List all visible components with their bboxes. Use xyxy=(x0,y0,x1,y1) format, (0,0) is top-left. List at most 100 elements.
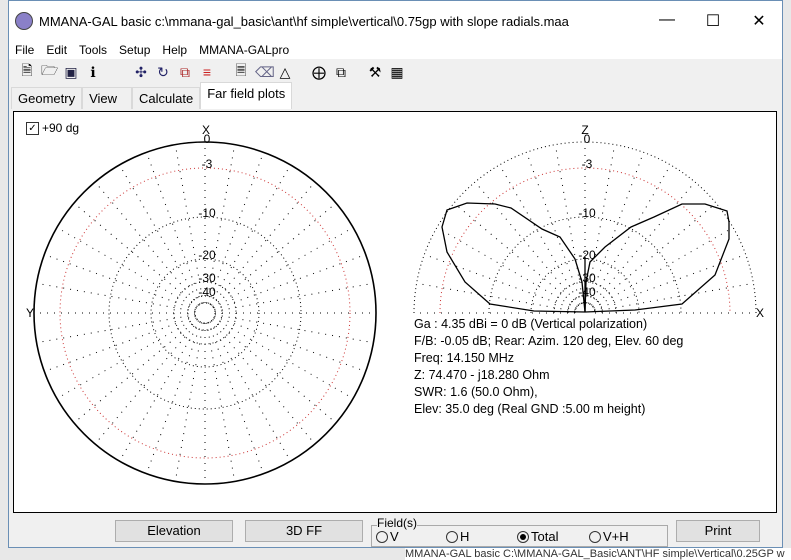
horizontal-ring-label: -3 xyxy=(202,157,213,171)
wires-list-icon[interactable]: ≡ xyxy=(199,64,215,80)
horizontal-radial xyxy=(44,315,196,372)
horizontal-pattern xyxy=(33,141,377,485)
new-file-icon[interactable]: 🗎 xyxy=(19,60,35,84)
tab-view[interactable]: View xyxy=(82,87,133,109)
background-window-title: MMANA-GAL basic C:\MMANA-GAL_Basic\ANT\H… xyxy=(405,548,791,560)
toolbar: 🗎 🗁 ▣ ℹ ✣ ↻ ⧉ ≡ 🗏 ⌫ △ ⨁ ⧉ ⚒ ▦ xyxy=(9,59,782,85)
horizontal-radial xyxy=(214,314,374,344)
gain-text: Ga : 4.35 dBi = 0 dB (Vertical polarizat… xyxy=(414,317,648,331)
horizontal-radial xyxy=(119,321,201,462)
rotate-icon[interactable]: ↻ xyxy=(155,64,171,81)
plus90-checkbox[interactable]: ✓ +90 dg xyxy=(26,121,79,135)
vertical-radial xyxy=(526,152,583,304)
horizontal-radial xyxy=(207,322,264,474)
vertical-radial xyxy=(587,152,644,304)
fields-label: Field(s) xyxy=(377,516,418,530)
horizontal-radial xyxy=(207,152,264,304)
menu-tools[interactable]: Tools xyxy=(73,43,113,57)
elevation-text: Elev: 35.0 deg (Real GND :5.00 m height) xyxy=(414,402,646,416)
close-button[interactable]: ✕ xyxy=(736,11,782,31)
menu-mmana-galpro[interactable]: MMANA-GALpro xyxy=(193,43,295,57)
frequency-text: Freq: 14.150 MHz xyxy=(414,351,515,365)
radio-v[interactable]: V xyxy=(376,529,399,544)
info-icon[interactable]: ℹ xyxy=(85,64,101,81)
swr-text: SWR: 1.6 (50.0 Ohm), xyxy=(414,385,538,399)
vertical-radial xyxy=(453,202,578,307)
horizontal-ring xyxy=(194,302,216,324)
horizontal-ring-label: -20 xyxy=(198,248,216,262)
checkbox-box[interactable]: ✓ xyxy=(26,121,39,135)
results-info: Ga : 4.35 dBi = 0 dB (Vertical polarizat… xyxy=(414,316,683,418)
tab-bar: Geometry View Calculate Far field plots xyxy=(9,82,782,109)
horizontal-radial xyxy=(212,319,337,424)
menu-setup[interactable]: Setup xyxy=(113,43,156,57)
title-bar: MMANA-GAL basic c:\mmana-gal_basic\ant\h… xyxy=(9,1,782,41)
save-icon[interactable]: ▣ xyxy=(63,64,79,81)
vertical-radial xyxy=(589,164,671,305)
radio-v-plus-h[interactable]: V+H xyxy=(589,529,629,544)
maximize-button[interactable]: ☐ xyxy=(690,11,736,31)
horizontal-radial xyxy=(213,317,354,399)
menu-help[interactable]: Help xyxy=(156,43,193,57)
vertical-radial xyxy=(594,282,754,312)
vertical-ring-label: -20 xyxy=(578,248,596,262)
horizontal-radial xyxy=(146,152,203,304)
tab-far-field-plots[interactable]: Far field plots xyxy=(200,82,293,109)
3d-ff-button[interactable]: 3D FF xyxy=(245,520,363,542)
horizontal-radial xyxy=(36,314,196,344)
horizontal-radial xyxy=(94,181,199,306)
horizontal-radial xyxy=(174,322,204,482)
tab-geometry[interactable]: Geometry xyxy=(11,87,83,109)
horizontal-ring xyxy=(187,295,223,331)
triangle-icon[interactable]: △ xyxy=(277,64,293,81)
eraser-icon[interactable]: ⌫ xyxy=(255,64,275,81)
horizontal-radial xyxy=(44,254,196,311)
vertical-radial xyxy=(416,282,576,312)
print-button[interactable]: Print xyxy=(676,520,760,542)
radio-total[interactable]: Total xyxy=(517,529,558,544)
menu-bar: File Edit Tools Setup Help MMANA-GALpro xyxy=(9,41,782,59)
fields-group: Field(s) V H Total V+H xyxy=(371,516,668,547)
horizontal-ring-label: -40 xyxy=(198,285,216,299)
horizontal-radial xyxy=(56,317,197,399)
menu-edit[interactable]: Edit xyxy=(40,43,73,57)
scale-icon[interactable]: ⧉ xyxy=(177,64,193,81)
horizontal-axis-y-label: Y xyxy=(26,306,34,320)
vertical-radial xyxy=(474,181,579,306)
vertical-radial xyxy=(591,181,696,306)
vertical-ring-label: -3 xyxy=(582,157,593,171)
document-icon[interactable]: 🗏 xyxy=(233,60,249,84)
minimize-button[interactable]: — xyxy=(644,11,690,31)
window-title: MMANA-GAL basic c:\mmana-gal_basic\ant\h… xyxy=(39,13,569,29)
plot-panel: 0 -3 -10 -20 -30 -40 0 -3 -10 -20 -30 -40 X Y Z X ✓ +90… xyxy=(13,111,777,513)
horizontal-radial xyxy=(56,227,197,309)
calculator-icon[interactable]: ▦ xyxy=(389,64,405,81)
open-folder-icon[interactable]: 🗁 xyxy=(41,60,58,84)
vertical-ring-label: -10 xyxy=(578,206,596,220)
vertical-axis-x-label: X xyxy=(756,306,764,320)
move-icon[interactable]: ✣ xyxy=(133,64,149,81)
target-icon[interactable]: ⨁ xyxy=(311,64,327,81)
vertical-ring-label: -30 xyxy=(578,271,596,285)
horizontal-plot-grid xyxy=(33,141,377,485)
tools-icon[interactable]: ⚒ xyxy=(367,64,383,81)
horizontal-radial xyxy=(214,254,366,311)
front-back-text: F/B: -0.05 dB; Rear: Azim. 120 deg, Elev… xyxy=(414,334,684,348)
horizontal-ring-label: -30 xyxy=(198,271,216,285)
horizontal-radial xyxy=(73,319,198,424)
menu-file[interactable]: File xyxy=(9,43,40,57)
horizontal-radial xyxy=(209,321,291,462)
horizontal-ring-label: -10 xyxy=(198,206,216,220)
radio-h[interactable]: H xyxy=(446,529,469,544)
horizontal-radial xyxy=(211,181,316,306)
horizontal-radial xyxy=(211,320,316,445)
vertical-axis-z-label: Z xyxy=(581,123,588,137)
vertical-radial xyxy=(594,254,746,311)
elevation-button[interactable]: Elevation xyxy=(115,520,233,542)
horizontal-ring xyxy=(33,141,377,485)
copy-icon[interactable]: ⧉ xyxy=(333,64,349,81)
horizontal-radial xyxy=(206,322,236,482)
checkbox-label: +90 dg xyxy=(42,121,80,135)
horizontal-radial xyxy=(212,202,337,307)
tab-calculate[interactable]: Calculate xyxy=(132,87,201,109)
